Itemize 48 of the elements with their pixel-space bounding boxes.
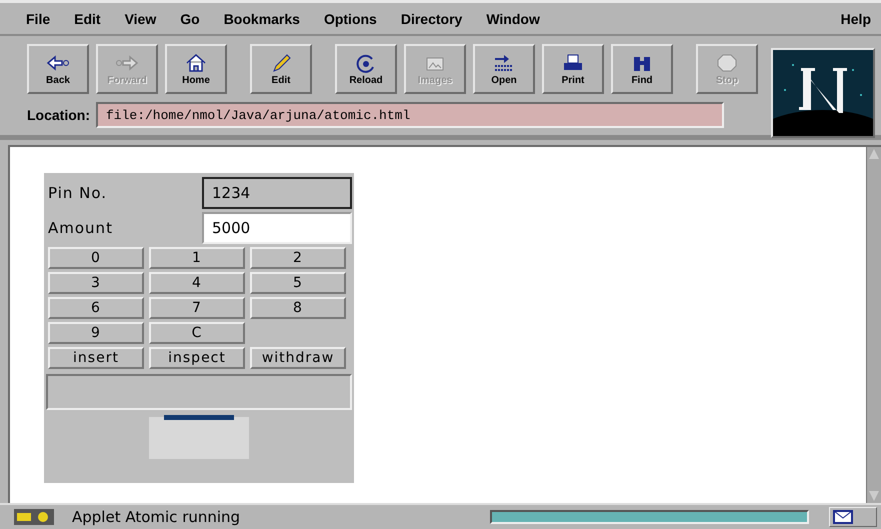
- toolbar-button[interactable]: Home: [165, 44, 227, 94]
- field-label: Pin No.: [48, 184, 108, 202]
- keypad-button[interactable]: 5: [250, 272, 346, 294]
- keypad-button[interactable]: 2: [250, 247, 346, 269]
- keypad-button[interactable]: 6: [48, 297, 144, 319]
- keypad-button[interactable]: 1: [149, 247, 245, 269]
- menu-item[interactable]: Bookmarks: [224, 10, 300, 26]
- left-arrow-icon: [46, 52, 70, 72]
- menu-item[interactable]: Go: [180, 10, 200, 26]
- toolbar-button[interactable]: Edit: [250, 44, 312, 94]
- status-text: Applet Atomic running: [72, 508, 242, 526]
- up-arrow-icon[interactable]: [867, 147, 881, 161]
- pin-field[interactable]: 1234: [202, 177, 352, 209]
- mail-icon[interactable]: [829, 507, 877, 527]
- keypad-button[interactable]: 3: [48, 272, 144, 294]
- logo-icon: [771, 48, 875, 138]
- action-button[interactable]: insert: [48, 347, 144, 369]
- location-label: Location:: [27, 107, 90, 123]
- toolbar-button[interactable]: Open: [473, 44, 535, 94]
- keypad-button[interactable]: 9: [48, 322, 144, 344]
- amount-field[interactable]: 5000: [202, 212, 352, 244]
- toolbar-button[interactable]: Reload: [335, 44, 397, 94]
- keypad-button[interactable]: 4: [149, 272, 245, 294]
- field-label: Amount: [48, 219, 113, 237]
- toolbar-button[interactable]: Back: [27, 44, 89, 94]
- house-icon: [184, 52, 208, 72]
- toolbar-button[interactable]: Find: [611, 44, 673, 94]
- menu-item[interactable]: Options: [324, 10, 377, 26]
- toolbar-button[interactable]: Print: [542, 44, 604, 94]
- keypad-button[interactable]: 8: [250, 297, 346, 319]
- menu-item[interactable]: View: [124, 10, 156, 26]
- keypad-button[interactable]: 0: [48, 247, 144, 269]
- location-field[interactable]: file:/home/nmol/Java/arjuna/atomic.html: [96, 102, 724, 128]
- action-button[interactable]: inspect: [149, 347, 245, 369]
- printer-icon: [561, 52, 585, 72]
- keypad-button[interactable]: 7: [149, 297, 245, 319]
- menu-item[interactable]: Directory: [400, 10, 462, 26]
- security-key-icon: [14, 509, 54, 525]
- down-arrow-icon[interactable]: [867, 489, 881, 503]
- menu-item[interactable]: Edit: [74, 10, 101, 26]
- menu-item[interactable]: Help: [840, 10, 871, 26]
- menu-item[interactable]: File: [26, 10, 50, 26]
- action-button[interactable]: withdraw: [250, 347, 346, 369]
- scrollbar[interactable]: [866, 147, 881, 503]
- stop-icon: [715, 52, 739, 72]
- applet-graphic-icon: [149, 415, 249, 459]
- keypad-button[interactable]: C: [149, 322, 245, 344]
- menu-item[interactable]: Window: [486, 10, 540, 26]
